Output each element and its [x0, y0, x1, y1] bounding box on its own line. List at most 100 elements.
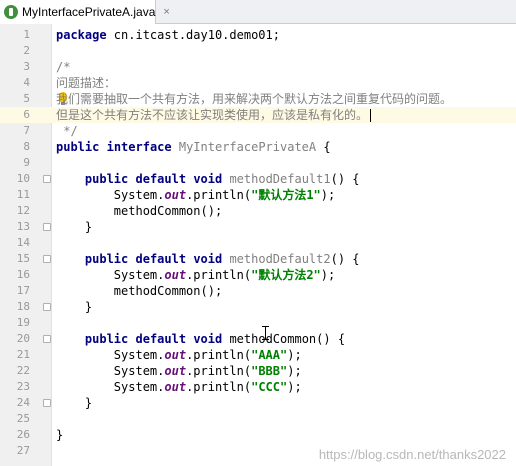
code-text: 我们需要抽取一个共有方法，用来解决两个默认方法之间重复代码的问题。: [56, 91, 452, 107]
code-text: public default void methodDefault1() {: [56, 171, 360, 187]
fold-toggle-icon[interactable]: [43, 175, 51, 183]
code-token: methodCommon() {: [222, 332, 346, 346]
code-line[interactable]: 20 public default void methodCommon() {: [0, 331, 516, 347]
code-line[interactable]: 25: [0, 411, 516, 427]
code-token: }: [56, 220, 93, 234]
tab-label: MyInterfacePrivateA.java: [22, 5, 156, 19]
code-token: default: [135, 332, 187, 346]
code-token: );: [287, 364, 302, 378]
code-line[interactable]: 6 但是这个共有方法不应该让实现类使用，应该是私有化的。: [0, 107, 516, 123]
line-number: 13: [16, 220, 30, 233]
code-token: public: [84, 172, 129, 186]
code-token: package: [56, 28, 107, 42]
code-line[interactable]: 26}: [0, 427, 516, 443]
code-token: }: [56, 300, 93, 314]
code-token: .println(: [186, 380, 252, 394]
code-line[interactable]: 7 */: [0, 123, 516, 139]
line-number: 4: [23, 76, 30, 89]
fold-toggle-icon[interactable]: [43, 223, 51, 231]
code-line[interactable]: 17 methodCommon();: [0, 283, 516, 299]
code-token: {: [316, 140, 331, 154]
fold-toggle-icon[interactable]: [43, 303, 51, 311]
code-token: );: [287, 348, 302, 362]
code-text: }: [56, 395, 92, 411]
code-token: "CCC": [251, 380, 288, 394]
code-line[interactable]: 21 System.out.println("AAA");: [0, 347, 516, 363]
code-token: out: [164, 364, 187, 378]
line-number: 26: [16, 428, 30, 441]
line-number: 11: [16, 188, 30, 201]
text-caret: [370, 109, 372, 122]
line-number: 12: [16, 204, 30, 217]
code-line[interactable]: 9: [0, 155, 516, 171]
code-token: */: [56, 124, 78, 138]
line-number: 21: [16, 348, 30, 361]
code-line[interactable]: 5 我们需要抽取一个共有方法，用来解决两个默认方法之间重复代码的问题。: [0, 91, 516, 107]
code-line[interactable]: 1 package cn.itcast.day10.demo01;: [0, 27, 516, 43]
code-token: public: [56, 140, 100, 154]
line-number: 19: [16, 316, 30, 329]
code-text: System.out.println("默认方法2");: [56, 267, 335, 283]
code-token: public: [84, 332, 129, 346]
line-number: 22: [16, 364, 30, 377]
code-token: .println(: [186, 364, 252, 378]
code-line[interactable]: 13 }: [0, 219, 516, 235]
fold-toggle-icon[interactable]: [43, 335, 51, 343]
code-token: System.: [56, 188, 165, 202]
code-text: public interface MyInterfacePrivateA {: [56, 139, 331, 155]
line-number: 18: [16, 300, 30, 313]
code-line[interactable]: 23 System.out.println("CCC");: [0, 379, 516, 395]
code-text: }: [56, 219, 92, 235]
code-line[interactable]: 8 public interface MyInterfacePrivateA {: [0, 139, 516, 155]
code-text: }: [56, 427, 63, 443]
code-line[interactable]: 3 /*: [0, 59, 516, 75]
code-line[interactable]: 22 System.out.println("BBB");: [0, 363, 516, 379]
code-line[interactable]: 14: [0, 235, 516, 251]
line-number: 3: [23, 60, 30, 73]
code-token: MyInterfacePrivateA: [171, 140, 317, 154]
code-text: System.out.println("BBB");: [56, 363, 302, 379]
code-token: );: [320, 268, 336, 282]
line-number: 20: [16, 332, 30, 345]
code-line[interactable]: 4 问题描述：: [0, 75, 516, 91]
tab-my-interface-private-a[interactable]: MyInterfacePrivateA.java ×: [0, 0, 170, 24]
watermark: https://blog.csdn.net/thanks2022: [318, 447, 506, 462]
fold-toggle-icon[interactable]: [43, 255, 51, 263]
code-line[interactable]: 11 System.out.println("默认方法1");: [0, 187, 516, 203]
code-token: System.: [56, 268, 165, 282]
code-line[interactable]: 10 public default void methodDefault1() …: [0, 171, 516, 187]
code-text: methodCommon();: [56, 283, 222, 299]
code-token: () {: [330, 252, 360, 266]
code-token: 问题描述：: [56, 76, 117, 90]
code-editor[interactable]: 1 package cn.itcast.day10.demo01; 2 3/* 4 问题描…: [0, 27, 516, 459]
code-token: void: [193, 252, 223, 266]
code-line[interactable]: 24 }: [0, 395, 516, 411]
close-icon[interactable]: ×: [163, 6, 169, 18]
code-token: "默认方法1": [251, 188, 321, 202]
code-token: }: [56, 396, 93, 410]
code-token: default: [135, 252, 187, 266]
code-text: public default void methodCommon() {: [56, 331, 345, 347]
code-text: 但是这个共有方法不应该让实现类使用，应该是私有化的。: [56, 107, 372, 123]
code-line[interactable]: 16 System.out.println("默认方法2");: [0, 267, 516, 283]
line-number: 10: [16, 172, 30, 185]
code-token: void: [193, 332, 223, 346]
code-line[interactable]: 2: [0, 43, 516, 59]
code-line[interactable]: 19: [0, 315, 516, 331]
code-token: out: [164, 348, 187, 362]
code-token: interface: [106, 140, 172, 154]
code-line[interactable]: 15 public default void methodDefault2() …: [0, 251, 516, 267]
code-text: System.out.println("AAA");: [56, 347, 302, 363]
code-token: methodDefault1: [222, 172, 331, 186]
fold-toggle-icon[interactable]: [43, 399, 51, 407]
code-line[interactable]: 18 }: [0, 299, 516, 315]
code-line[interactable]: 12 methodCommon();: [0, 203, 516, 219]
code-token: 但是这个共有方法不应该让实现类使用，应该是私有化的。: [56, 108, 369, 122]
code-token: .println(: [186, 348, 252, 362]
line-number: 17: [16, 284, 30, 297]
